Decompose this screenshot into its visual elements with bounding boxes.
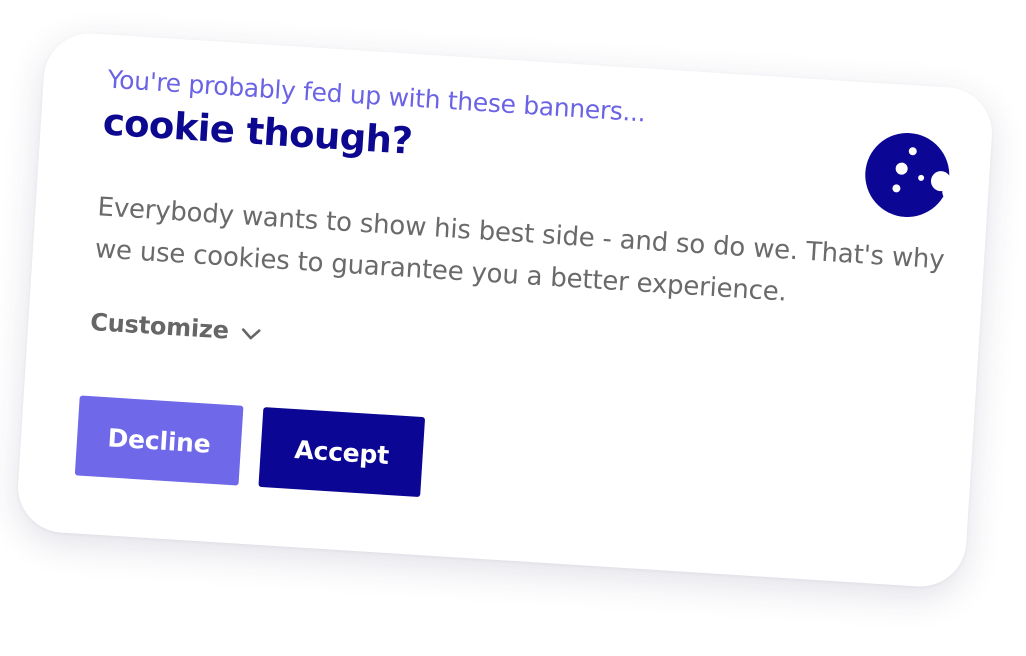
banner-description: Everybody wants to show his best side - … (94, 192, 946, 308)
page-background: You're probably fed up with these banner… (0, 0, 1026, 656)
accept-button[interactable]: Accept (258, 407, 426, 498)
chevron-down-icon (241, 328, 261, 340)
cookie-consent-banner: You're probably fed up with these banner… (15, 30, 995, 590)
customize-toggle[interactable]: Customize (90, 308, 262, 347)
customize-label: Customize (89, 308, 230, 345)
cookie-icon (865, 132, 950, 217)
decline-button[interactable]: Decline (74, 395, 244, 486)
